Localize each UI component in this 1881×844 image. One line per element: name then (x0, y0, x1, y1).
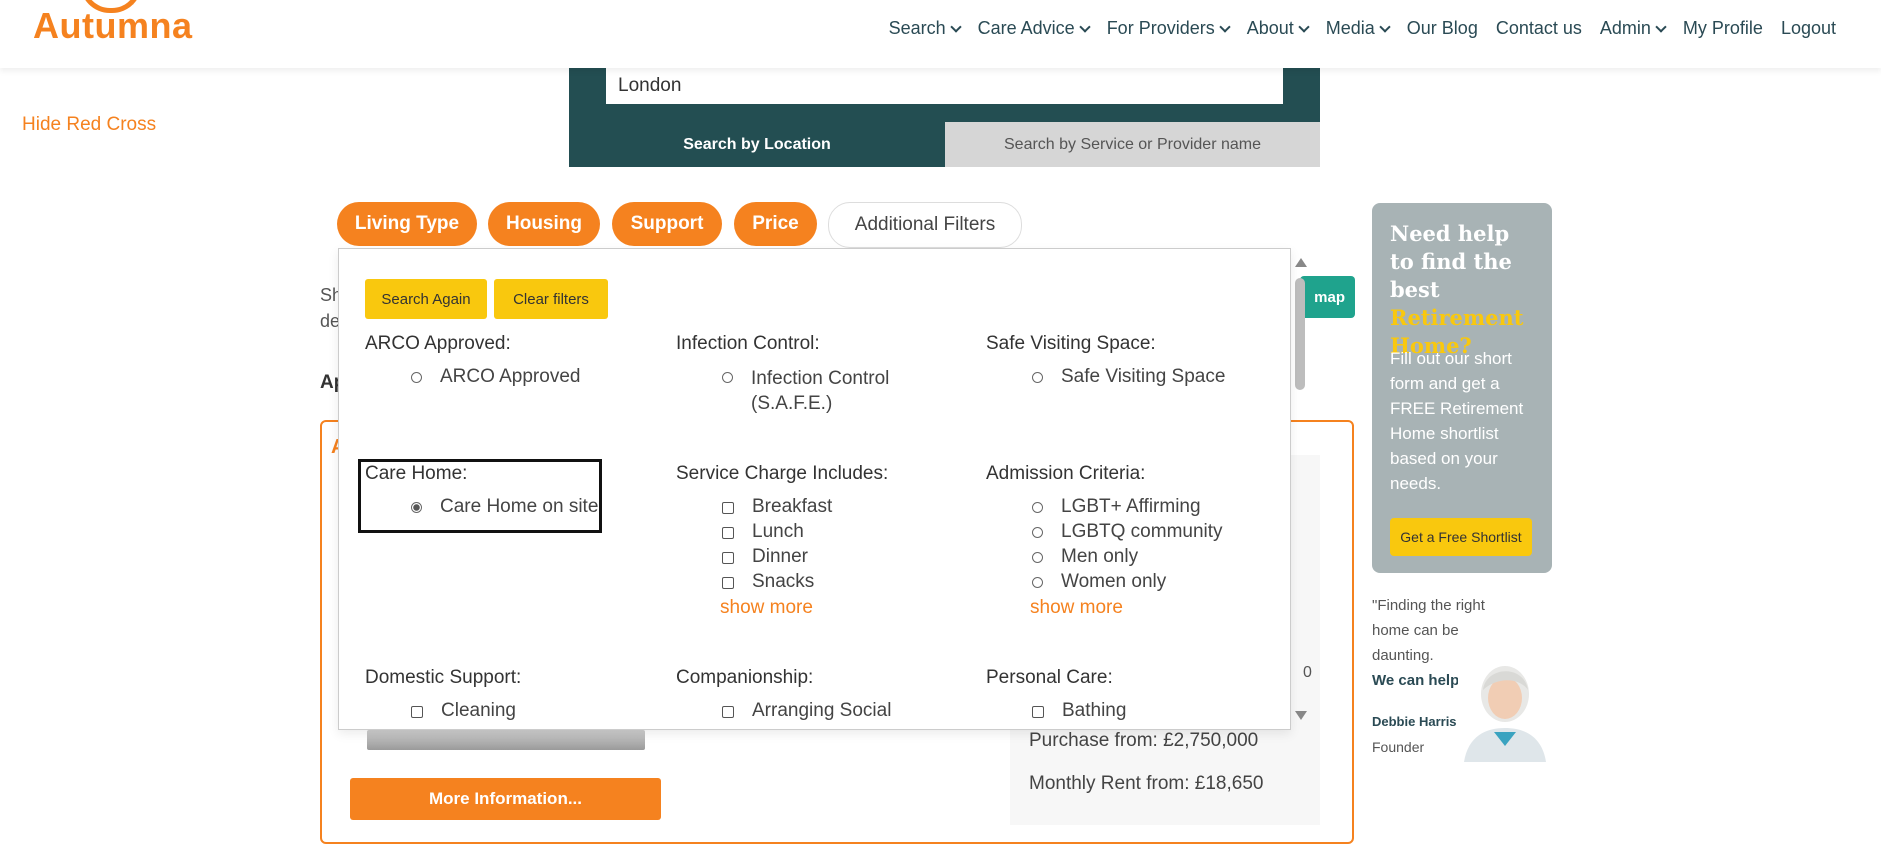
radio-button[interactable] (1032, 372, 1043, 383)
filter-additional[interactable]: Additional Filters (828, 202, 1022, 248)
nav-about[interactable]: About (1238, 18, 1317, 39)
admission-lgbtq-community[interactable]: LGBTQ community (1032, 521, 1223, 543)
safe-visiting-option[interactable]: Safe Visiting Space (1032, 366, 1225, 388)
admission-women-only[interactable]: Women only (1032, 571, 1166, 593)
filter-living-type[interactable]: Living Type (337, 202, 477, 246)
chevron-down-icon (1298, 20, 1310, 33)
listing-photo (367, 730, 645, 750)
radio-button[interactable] (1032, 552, 1043, 563)
checkbox[interactable] (722, 527, 734, 539)
scroll-down-arrow-icon[interactable] (1295, 711, 1307, 720)
domestic-cleaning[interactable]: Cleaning (411, 700, 516, 722)
care-home-option[interactable]: Care Home on site (411, 496, 598, 518)
companionship-title: Companionship: (676, 667, 814, 688)
arco-approved-option[interactable]: ARCO Approved (411, 366, 580, 388)
chevron-down-icon (1379, 20, 1391, 33)
nav-for-providers[interactable]: For Providers (1098, 18, 1238, 39)
main-nav: Search Care Advice For Providers About M… (880, 18, 1845, 39)
radio-button[interactable] (411, 372, 422, 383)
checkbox[interactable] (722, 706, 734, 718)
radio-button-selected[interactable] (411, 502, 422, 513)
purchase-price: Purchase from: £2,750,000 (1029, 730, 1259, 751)
filter-support[interactable]: Support (612, 202, 722, 246)
service-charge-breakfast[interactable]: Breakfast (722, 496, 832, 518)
companionship-arranging-social[interactable]: Arranging Social (722, 700, 891, 722)
cta-heading: Need help to find the best Retirement Ho… (1390, 221, 1524, 358)
avatar (1458, 650, 1552, 762)
chevron-down-icon (1219, 20, 1231, 33)
nav-my-profile[interactable]: My Profile (1674, 18, 1772, 39)
infection-control-option[interactable]: Infection Control (S.A.F.E.) (722, 366, 912, 416)
chevron-down-icon (1655, 20, 1667, 33)
checkbox[interactable] (722, 502, 734, 514)
admission-show-more[interactable]: show more (1030, 597, 1123, 619)
radio-button[interactable] (1032, 577, 1043, 588)
nav-care-advice[interactable]: Care Advice (969, 18, 1098, 39)
scrollbar-thumb[interactable] (1295, 278, 1305, 390)
admission-lgbt-affirming[interactable]: LGBT+ Affirming (1032, 496, 1201, 518)
personal-care-title: Personal Care: (986, 667, 1113, 688)
service-charge-snacks[interactable]: Snacks (722, 571, 814, 593)
nav-media[interactable]: Media (1317, 18, 1398, 39)
get-free-shortlist-button[interactable]: Get a Free Shortlist (1390, 518, 1532, 556)
infection-control-title: Infection Control: (676, 333, 820, 354)
additional-filters-dropdown: Search Again Clear filters ARCO Approved… (338, 248, 1291, 730)
service-charge-title: Service Charge Includes: (676, 463, 889, 484)
search-again-button[interactable]: Search Again (365, 279, 487, 319)
nav-our-blog[interactable]: Our Blog (1398, 18, 1487, 39)
admission-men-only[interactable]: Men only (1032, 546, 1138, 568)
checkbox[interactable] (1032, 706, 1044, 718)
filter-housing[interactable]: Housing (488, 202, 600, 246)
clear-filters-button[interactable]: Clear filters (494, 279, 608, 319)
chevron-down-icon (949, 20, 962, 33)
domestic-support-title: Domestic Support: (365, 667, 522, 688)
care-home-title: Care Home: (365, 463, 468, 484)
nav-contact-us[interactable]: Contact us (1487, 18, 1591, 39)
nav-logout[interactable]: Logout (1772, 18, 1845, 39)
nav-search[interactable]: Search (880, 18, 969, 39)
service-charge-show-more[interactable]: show more (720, 597, 813, 619)
service-charge-dinner[interactable]: Dinner (722, 546, 808, 568)
chevron-down-icon (1079, 20, 1091, 33)
testimonial-role: Founder (1372, 739, 1425, 755)
radio-button[interactable] (1032, 502, 1043, 513)
checkbox[interactable] (722, 577, 734, 589)
testimonial-name: Debbie Harris (1372, 714, 1457, 729)
checkbox[interactable] (722, 552, 734, 564)
scroll-up-arrow-icon[interactable] (1295, 258, 1307, 267)
radio-button[interactable] (722, 372, 733, 383)
monthly-rent: Monthly Rent from: £18,650 (1029, 773, 1264, 794)
more-information-button[interactable]: More Information... (350, 778, 661, 820)
personal-care-bathing[interactable]: Bathing (1032, 700, 1126, 722)
hide-red-cross-link[interactable]: Hide Red Cross (22, 114, 156, 136)
logo[interactable]: Autumna (33, 5, 193, 47)
arco-approved-title: ARCO Approved: (365, 333, 511, 354)
map-button[interactable]: map (1300, 276, 1355, 318)
checkbox[interactable] (411, 706, 423, 718)
radio-button[interactable] (1032, 527, 1043, 538)
location-search-input[interactable] (606, 68, 1283, 104)
listing-number-fragment: 0 (1303, 664, 1312, 681)
site-header: Autumna Search Care Advice For Providers… (0, 0, 1881, 68)
tab-search-by-location[interactable]: Search by Location (569, 122, 945, 167)
admission-criteria-title: Admission Criteria: (986, 463, 1146, 484)
safe-visiting-title: Safe Visiting Space: (986, 333, 1156, 354)
nav-admin[interactable]: Admin (1591, 18, 1674, 39)
service-charge-lunch[interactable]: Lunch (722, 521, 804, 543)
cta-body: Fill out our short form and get a FREE R… (1390, 349, 1524, 493)
tab-search-by-service[interactable]: Search by Service or Provider name (945, 122, 1320, 167)
filter-price[interactable]: Price (734, 202, 817, 246)
